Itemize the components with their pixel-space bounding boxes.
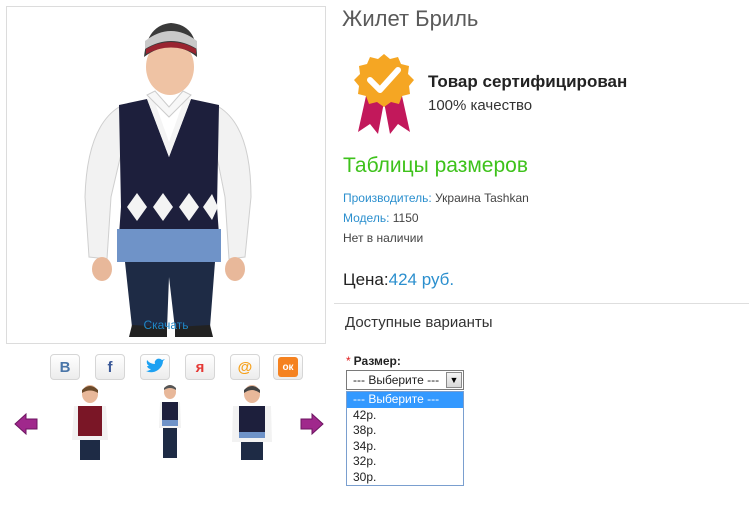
boy-vest-photo: [84, 23, 252, 337]
share-vk-button[interactable]: B: [50, 354, 80, 380]
twitter-icon: [146, 358, 165, 373]
product-title: Жилет Бриль: [342, 6, 479, 31]
product-thumbnail-3[interactable]: [222, 380, 282, 462]
thumb-next-arrow[interactable]: [300, 412, 324, 436]
download-link[interactable]: Скачать: [6, 318, 326, 332]
availability-status: Нет в наличии: [343, 231, 424, 245]
size-option[interactable]: 42р.: [347, 408, 463, 424]
size-option[interactable]: 32р.: [347, 454, 463, 470]
size-option[interactable]: --- Выберите ---: [347, 392, 463, 408]
size-option[interactable]: 38р.: [347, 423, 463, 439]
certified-title: Товар сертифицирован: [428, 72, 628, 91]
size-select-value: --- Выберите ---: [353, 373, 440, 387]
share-twitter-button[interactable]: [140, 354, 170, 380]
facebook-icon: f: [107, 358, 113, 376]
price-row: Цена:424 руб.: [343, 270, 454, 290]
arrow-right-icon: [300, 412, 324, 436]
size-option[interactable]: 34р.: [347, 439, 463, 455]
certified-subtitle: 100% качество: [428, 97, 533, 114]
size-dropdown-list: --- Выберите --- 42р. 38р. 34р. 32р. 30р…: [346, 391, 464, 486]
manufacturer-label[interactable]: Производитель:: [343, 191, 432, 205]
odnoklassniki-icon: ок: [278, 357, 298, 377]
share-moimir-button[interactable]: я: [185, 354, 215, 380]
thumbnail-image: [72, 385, 108, 460]
product-thumbnail-1[interactable]: [60, 380, 120, 462]
mailru-icon: @: [237, 358, 253, 376]
model-value: 1150: [389, 211, 419, 225]
model-row: Модель: 1150: [343, 211, 419, 225]
thumb-prev-arrow[interactable]: [14, 412, 38, 436]
size-tables-link[interactable]: Таблицы размеров: [343, 154, 528, 178]
manufacturer-value: Украина Tashkan: [431, 191, 529, 205]
divider: [334, 303, 749, 304]
vk-icon: B: [59, 358, 71, 376]
price-label: Цена:: [343, 270, 389, 289]
size-select[interactable]: --- Выберите --- ▼: [346, 370, 464, 390]
size-label: * Размер:: [346, 354, 401, 368]
certificate-badge-icon: [352, 52, 416, 141]
arrow-left-icon: [14, 412, 38, 436]
chevron-down-icon[interactable]: ▼: [446, 372, 462, 388]
size-label-text: Размер:: [353, 354, 401, 368]
moimir-icon: я: [195, 358, 205, 376]
required-mark: *: [346, 354, 351, 368]
size-option[interactable]: 30р.: [347, 470, 463, 486]
available-options-heading: Доступные варианты: [345, 314, 493, 331]
share-facebook-button[interactable]: f: [95, 354, 125, 380]
thumbnail-image: [232, 385, 272, 460]
share-odnoklassniki-button[interactable]: ок: [273, 354, 303, 380]
manufacturer-row: Производитель: Украина Tashkan: [343, 191, 529, 205]
product-main-image[interactable]: [6, 6, 326, 344]
share-mailru-button[interactable]: @: [230, 354, 260, 380]
product-thumbnail-2[interactable]: [140, 380, 200, 462]
thumbnail-image: [159, 385, 181, 458]
model-label: Модель:: [343, 211, 390, 225]
price-value: 424 руб.: [388, 270, 455, 289]
